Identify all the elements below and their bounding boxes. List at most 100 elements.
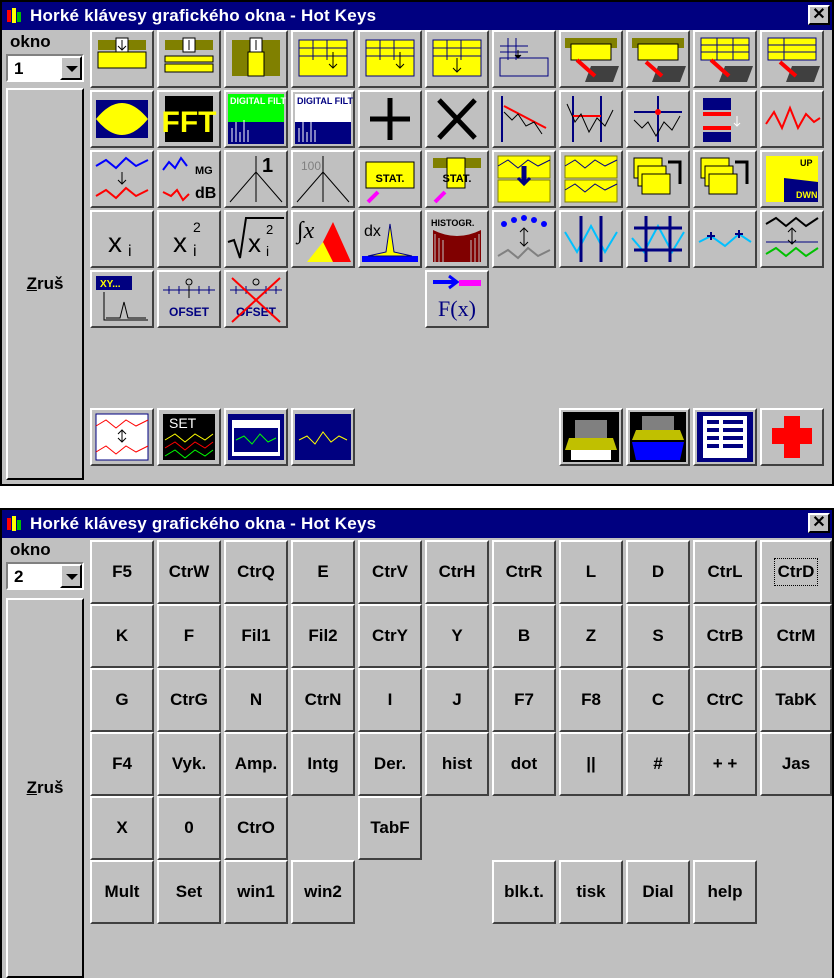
hotkey-button[interactable]: Dial	[626, 860, 690, 924]
hotkey-button[interactable]: ||	[559, 732, 623, 796]
derivative-icon-button[interactable]: dx	[358, 210, 422, 268]
hotkey-button[interactable]: 0	[157, 796, 221, 860]
plus-cursor-icon-button[interactable]	[358, 90, 422, 148]
title-bar[interactable]: Horké klávesy grafického okna - Hot Keys…	[2, 510, 832, 538]
offset-cancel-icon-button[interactable]: OFSET	[224, 270, 288, 328]
hotkey-button[interactable]: CtrL	[693, 540, 757, 604]
hotkey-button[interactable]: CtrN	[291, 668, 355, 732]
hotkey-button[interactable]: B	[492, 604, 556, 668]
hotkey-button[interactable]: #	[626, 732, 690, 796]
linear-fit-icon-button[interactable]	[492, 90, 556, 148]
hotkey-button[interactable]: CtrB	[693, 604, 757, 668]
hotkey-button[interactable]: Der.	[358, 732, 422, 796]
split-signals-icon-button[interactable]	[90, 408, 154, 466]
cross-cursor-icon-button[interactable]	[425, 90, 489, 148]
stat-1-icon-button[interactable]: STAT.	[358, 150, 422, 208]
cursor-grid-icon-button[interactable]	[626, 210, 690, 268]
window2-preview-icon-button[interactable]	[291, 408, 355, 466]
hotkey-button[interactable]: Mult	[90, 860, 154, 924]
close-icon[interactable]: ✕	[808, 5, 830, 25]
help-cross-icon-button[interactable]	[760, 408, 824, 466]
table-insert-icon-button[interactable]	[291, 30, 355, 88]
hotkey-button[interactable]: J	[425, 668, 489, 732]
hotkey-button[interactable]: CtrR	[492, 540, 556, 604]
add-points-icon-button[interactable]	[693, 210, 757, 268]
level-line-icon-button[interactable]	[559, 90, 623, 148]
print-window-icon-button[interactable]	[559, 408, 623, 466]
table-grid-icon-button[interactable]	[492, 30, 556, 88]
hotkey-button[interactable]: dot	[492, 732, 556, 796]
set-colors-icon-button[interactable]: SET	[157, 408, 221, 466]
envelope-icon-button[interactable]	[90, 90, 154, 148]
hotkey-button[interactable]: + +	[693, 732, 757, 796]
integral-icon-button[interactable]: ∫x	[291, 210, 355, 268]
crosshair-point-icon-button[interactable]	[626, 90, 690, 148]
hotkey-button[interactable]: blk.t.	[492, 860, 556, 924]
print-screen-icon-button[interactable]	[626, 408, 690, 466]
hotkey-button[interactable]: CtrM	[760, 604, 832, 668]
hotkey-button[interactable]: CtrC	[693, 668, 757, 732]
hotkey-button[interactable]: K	[90, 604, 154, 668]
signal-wave-icon-button[interactable]	[760, 90, 824, 148]
hotkey-button[interactable]: CtrD	[760, 540, 832, 604]
xi-squared-icon-button[interactable]: x2 i	[157, 210, 221, 268]
hotkey-button[interactable]: Y	[425, 604, 489, 668]
hotkey-button[interactable]: F4	[90, 732, 154, 796]
zrus-button[interactable]: Zruš	[6, 598, 84, 978]
close-icon[interactable]: ✕	[808, 513, 830, 533]
hotkey-button[interactable]: G	[90, 668, 154, 732]
hotkey-button[interactable]: Z	[559, 604, 623, 668]
dots-icon-button[interactable]	[492, 210, 556, 268]
hotkey-button[interactable]: I	[358, 668, 422, 732]
zrus-button[interactable]: Zruš	[6, 88, 84, 480]
hotkey-button[interactable]: F	[157, 604, 221, 668]
hotkey-button[interactable]: D	[626, 540, 690, 604]
hotkey-button[interactable]: CtrY	[358, 604, 422, 668]
hotkey-button[interactable]: win1	[224, 860, 288, 924]
histogram-icon-button[interactable]: HISTOGR.	[425, 210, 489, 268]
hotkey-button[interactable]: TabF	[358, 796, 422, 860]
hotkey-button[interactable]: N	[224, 668, 288, 732]
hotkey-button[interactable]: S	[626, 604, 690, 668]
hotkey-button[interactable]: CtrV	[358, 540, 422, 604]
insert-middle-window-icon-button[interactable]	[157, 30, 221, 88]
hotkey-button[interactable]: help	[693, 860, 757, 924]
okno-select[interactable]: 2	[6, 562, 84, 590]
hotkey-button[interactable]: CtrW	[157, 540, 221, 604]
send-to-printer-icon-button[interactable]	[559, 30, 623, 88]
hotkey-button[interactable]: F8	[559, 668, 623, 732]
hotkey-button[interactable]: Amp.	[224, 732, 288, 796]
hotkey-button[interactable]: Jas	[760, 732, 832, 796]
hotkey-button[interactable]: F7	[492, 668, 556, 732]
hotkey-button[interactable]: F5	[90, 540, 154, 604]
table-to-printer-icon-button[interactable]	[693, 30, 757, 88]
hotkey-button[interactable]: C	[626, 668, 690, 732]
offset-icon-button[interactable]: OFSET	[157, 270, 221, 328]
cascade-windows-icon-button[interactable]	[626, 150, 690, 208]
hotkey-button[interactable]: X	[90, 796, 154, 860]
copy-down-icon-button[interactable]	[492, 150, 556, 208]
sqrt-xi-icon-button[interactable]: x2 i	[224, 210, 288, 268]
fft-icon-button[interactable]: FFT	[157, 90, 221, 148]
up-down-icon-button[interactable]: UP DWN	[760, 150, 824, 208]
load-from-printer-icon-button[interactable]	[626, 30, 690, 88]
copy-down-2-icon-button[interactable]	[559, 150, 623, 208]
insert-column-window-icon-button[interactable]	[224, 30, 288, 88]
okno-select[interactable]: 1	[6, 54, 84, 82]
hotkey-button[interactable]: L	[559, 540, 623, 604]
function-fx-icon-button[interactable]: F(x)	[425, 270, 489, 328]
hotkey-button[interactable]: CtrQ	[224, 540, 288, 604]
xi-icon-button[interactable]: xi	[90, 210, 154, 268]
hotkey-button[interactable]: Vyk.	[157, 732, 221, 796]
mg-to-db-icon-button[interactable]: MG dB	[157, 150, 221, 208]
stack-waves-icon-button[interactable]	[760, 210, 824, 268]
hotkey-button[interactable]: CtrG	[157, 668, 221, 732]
digital-filter-1-icon-button[interactable]: DIGITAL FILTER	[224, 90, 288, 148]
hotkey-button[interactable]: Set	[157, 860, 221, 924]
triangle-window-100-icon-button[interactable]: 100	[291, 150, 355, 208]
bars-zero-icon-button[interactable]	[693, 90, 757, 148]
insert-top-window-icon-button[interactable]	[90, 30, 154, 88]
table-insert-3-icon-button[interactable]	[425, 30, 489, 88]
cascade-windows-2-icon-button[interactable]	[693, 150, 757, 208]
hotkey-button[interactable]: Intg	[291, 732, 355, 796]
